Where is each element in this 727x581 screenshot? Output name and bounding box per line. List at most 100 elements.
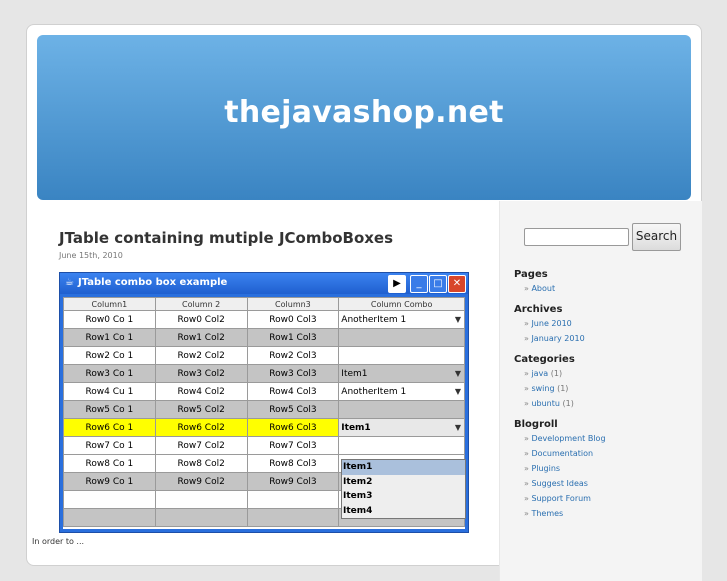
table-cell[interactable]: Row1 Col3 (246, 328, 340, 347)
combo-arrow-icon[interactable]: ▼ (455, 315, 461, 324)
column-header[interactable]: Column3 (246, 297, 340, 311)
table-cell[interactable]: Row1 Col2 (154, 328, 248, 347)
window-titlebar[interactable]: ☕ JTable combo box example ▶ _ □ ✕ (60, 273, 468, 294)
sidebar-heading: Blogroll (514, 419, 558, 430)
table-cell[interactable]: Row4 Col3 (246, 382, 340, 401)
table-row[interactable]: Row7 Co 1 Row7 Col2 Row7 Col3 (63, 436, 465, 455)
sidebar-heading: Categories (514, 354, 575, 365)
table-row[interactable]: Row4 Cu 1 Row4 Col2 Row4 Col3 AnotherItem 1… (63, 382, 465, 401)
table-cell[interactable]: Row0 Col2 (154, 310, 248, 329)
maximize-icon[interactable]: □ (429, 275, 447, 293)
sidebar-link[interactable]: Documentation (524, 449, 694, 458)
combo-cell[interactable]: Item1 ▼ (338, 364, 465, 383)
combo-arrow-icon[interactable]: ▼ (455, 369, 461, 378)
sidebar-link[interactable]: Support Forum (524, 494, 694, 503)
table-cell[interactable]: Row6 Co 1 (63, 418, 156, 437)
table-cell[interactable]: Row9 Co 1 (63, 472, 156, 491)
table-row[interactable]: Row3 Co 1 Row3 Col2 Row3 Col3 Item1 ▼ (63, 364, 465, 383)
combo-arrow-icon[interactable]: ▼ (455, 423, 461, 432)
table-cell[interactable]: Row2 Col3 (246, 346, 340, 365)
dropdown-item[interactable]: Item1 (342, 460, 465, 475)
table-row[interactable]: Row1 Co 1 Row1 Col2 Row1 Col3 (63, 328, 465, 347)
sidebar-link[interactable]: Development Blog (524, 434, 694, 443)
column-header[interactable]: Column Combo (338, 297, 465, 311)
dropdown-item[interactable]: Item4 (342, 504, 465, 519)
table-cell (63, 508, 156, 527)
post-count: (1) (559, 399, 574, 408)
jtable-window: ☕ JTable combo box example ▶ _ □ ✕ Colum… (59, 272, 469, 533)
menu-arrow-icon[interactable]: ▶ (388, 275, 406, 293)
sidebar-sections: Pages About Archives June 2010 January 2010 C… (514, 269, 694, 529)
table-cell[interactable]: Row7 Col2 (154, 436, 248, 455)
post-count: (1) (554, 384, 569, 393)
sidebar-link[interactable]: java (1) (524, 369, 694, 378)
column-header[interactable]: Column 2 (154, 297, 248, 311)
combo-cell[interactable] (338, 400, 465, 419)
sidebar-section: Categories java (1) swing (1) ubuntu (1) (514, 354, 694, 408)
combo-cell[interactable]: Item1 ▼ (338, 418, 465, 437)
post-content: JTable containing mutiple JComboBoxes Ju… (59, 229, 479, 260)
post-title[interactable]: JTable containing mutiple JComboBoxes (59, 229, 479, 247)
table-cell[interactable]: Row5 Col2 (154, 400, 248, 419)
sidebar-section: Blogroll Development Blog Documentation Plu… (514, 419, 694, 518)
sidebar-link[interactable]: ubuntu (1) (524, 399, 694, 408)
table-cell[interactable]: Row3 Co 1 (63, 364, 156, 383)
sidebar-heading: Archives (514, 304, 563, 315)
table-cell[interactable]: Row4 Cu 1 (63, 382, 156, 401)
table-row[interactable]: Row6 Co 1 Row6 Col2 Row6 Col3 Item1 ▼ (63, 418, 465, 437)
table-cell (63, 490, 156, 509)
table-cell[interactable]: Row9 Col2 (154, 472, 248, 491)
sidebar-link[interactable]: About (524, 284, 694, 293)
window-title: JTable combo box example (78, 277, 228, 288)
table-cell[interactable]: Row0 Col3 (246, 310, 340, 329)
table-cell[interactable]: Row8 Col3 (246, 454, 340, 473)
minimize-icon[interactable]: _ (410, 275, 428, 293)
table-cell[interactable]: Row3 Col2 (154, 364, 248, 383)
dropdown-item[interactable]: Item2 (342, 475, 465, 490)
search-button[interactable]: Search (632, 223, 681, 251)
table-cell[interactable]: Row3 Col3 (246, 364, 340, 383)
java-icon: ☕ (65, 277, 74, 288)
table-cell[interactable]: Row0 Co 1 (63, 310, 156, 329)
sidebar-link[interactable]: swing (1) (524, 384, 694, 393)
combo-cell[interactable]: AnotherItem 1 ▼ (338, 382, 465, 401)
close-icon[interactable]: ✕ (448, 275, 466, 293)
site-title[interactable]: thejavashop.net (37, 95, 691, 130)
table-cell[interactable]: Row1 Co 1 (63, 328, 156, 347)
combo-dropdown-list[interactable]: Item1 Item2 Item3 Item4 (341, 459, 466, 519)
sidebar-link[interactable]: Plugins (524, 464, 694, 473)
combo-arrow-icon[interactable]: ▼ (455, 387, 461, 396)
sidebar-link[interactable]: Suggest Ideas (524, 479, 694, 488)
table-cell[interactable]: Row4 Col2 (154, 382, 248, 401)
table-row[interactable]: Row5 Co 1 Row5 Col2 Row5 Col3 (63, 400, 465, 419)
combo-cell[interactable] (338, 436, 465, 455)
column-header[interactable]: Column1 (63, 297, 156, 311)
sidebar-link[interactable]: June 2010 (524, 319, 694, 328)
sidebar-list: Development Blog Documentation Plugins Sugg… (514, 434, 694, 518)
table-cell[interactable]: Row6 Col3 (246, 418, 340, 437)
dropdown-item[interactable]: Item3 (342, 489, 465, 504)
table-cell (246, 508, 340, 527)
table-cell[interactable]: Row9 Col3 (246, 472, 340, 491)
table-cell[interactable]: Row2 Col2 (154, 346, 248, 365)
search-input[interactable] (524, 228, 629, 246)
table-row[interactable]: Row2 Co 1 Row2 Col2 Row2 Col3 (63, 346, 465, 365)
table-cell[interactable]: Row7 Col3 (246, 436, 340, 455)
table-cell (154, 490, 248, 509)
sidebar-section: Pages About (514, 269, 694, 293)
sidebar-link[interactable]: Themes (524, 509, 694, 518)
table-cell[interactable]: Row6 Col2 (154, 418, 248, 437)
table-cell[interactable]: Row7 Co 1 (63, 436, 156, 455)
sidebar-link[interactable]: January 2010 (524, 334, 694, 343)
combo-cell[interactable] (338, 346, 465, 365)
table-cell[interactable]: Row8 Co 1 (63, 454, 156, 473)
combo-cell[interactable]: AnotherItem 1 ▼ (338, 310, 465, 329)
combo-cell[interactable] (338, 328, 465, 347)
table-cell[interactable]: Row2 Co 1 (63, 346, 156, 365)
sidebar-list: About (514, 284, 694, 293)
table-cell[interactable]: Row8 Col2 (154, 454, 248, 473)
sidebar: Search Pages About Archives June 2010 Januar… (499, 201, 702, 581)
table-cell[interactable]: Row5 Col3 (246, 400, 340, 419)
table-cell[interactable]: Row5 Co 1 (63, 400, 156, 419)
table-row[interactable]: Row0 Co 1 Row0 Col2 Row0 Col3 AnotherItem 1… (63, 310, 465, 329)
